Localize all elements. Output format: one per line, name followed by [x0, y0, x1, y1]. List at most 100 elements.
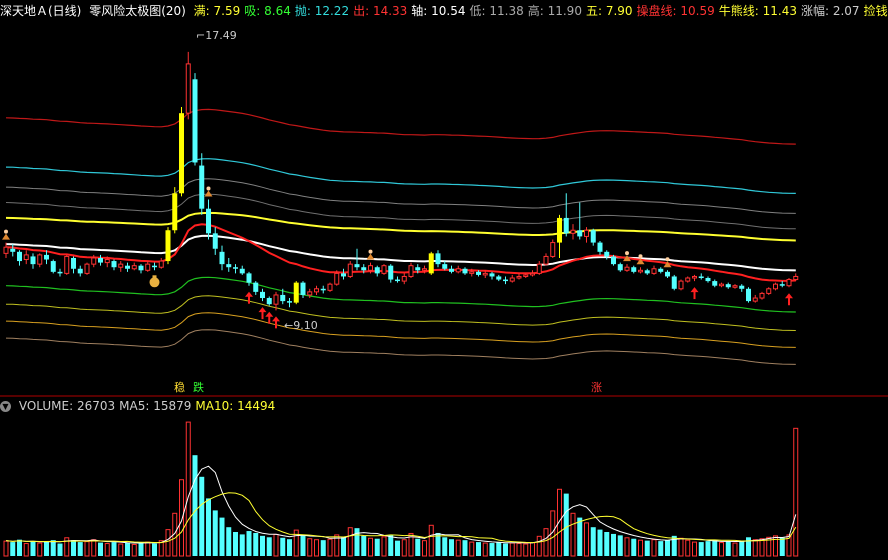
volume-bar	[10, 542, 16, 556]
kline-chart-window: 深天地Ａ(日线) 零风险太极图(20) 满: 7.59 吸: 8.64 抛: 12.…	[0, 0, 888, 560]
candle-body	[361, 267, 367, 271]
header-item-1: 吸: 8.64	[244, 4, 291, 18]
volume-bar	[44, 541, 49, 556]
header-item-7: 五: 7.90	[586, 4, 633, 18]
volume-bar	[17, 539, 22, 556]
candle	[381, 264, 387, 275]
volume-bar	[739, 541, 745, 556]
candle-body	[557, 217, 562, 243]
candle-body	[77, 268, 83, 274]
volume-bar	[71, 540, 76, 556]
volume-bar	[50, 540, 56, 556]
volume-item-value: 15879	[149, 399, 192, 413]
candle-body	[17, 251, 22, 262]
candle-body	[665, 271, 670, 277]
header-item-value: 10.54	[427, 4, 466, 18]
candle-body	[678, 280, 684, 290]
candle-body	[118, 263, 124, 268]
volume-bar	[98, 542, 103, 556]
header-item-11: 捡钱: 0.00	[864, 4, 888, 18]
volume-bar	[77, 542, 83, 556]
volume-bar	[361, 535, 367, 556]
candle-body	[219, 251, 225, 265]
volume-bar	[489, 543, 495, 556]
figure-head	[625, 251, 629, 256]
low-price-label: ←9.10	[284, 319, 318, 332]
header-item-value: 11.43	[758, 4, 797, 18]
header-item-4: 轴: 10.54	[411, 4, 465, 18]
candle-body	[719, 283, 724, 287]
candle-body	[503, 279, 508, 282]
candle-body	[617, 264, 623, 271]
volume-item-value: 26703	[73, 399, 116, 413]
header-item-label: 抛:	[294, 4, 311, 18]
candle-body	[158, 260, 164, 268]
candle	[766, 287, 772, 295]
volume-bar	[725, 541, 731, 556]
volume-bar	[233, 532, 238, 556]
volume-bar	[260, 535, 265, 556]
candle-body	[64, 255, 70, 274]
volume-bar	[253, 532, 259, 556]
chart-background	[0, 0, 888, 560]
candle-body	[57, 271, 63, 274]
candle-body	[172, 193, 178, 231]
candle-body	[604, 251, 610, 257]
candle-body	[550, 242, 556, 257]
candle-body	[530, 272, 535, 276]
chart-canvas[interactable]	[0, 0, 888, 560]
volume-bar	[246, 531, 252, 556]
candle-body	[334, 272, 340, 285]
candle-body	[327, 283, 333, 291]
candle-body	[590, 230, 596, 243]
figure-head	[665, 257, 670, 262]
volume-bar	[611, 533, 616, 556]
volume-bar	[287, 539, 292, 556]
candle-body	[482, 272, 488, 276]
candle-body	[428, 253, 434, 274]
header-item-label: 吸:	[244, 4, 261, 18]
header-item-value: 12.22	[310, 4, 350, 18]
candle-body	[698, 276, 704, 279]
candle-body	[516, 275, 522, 279]
candle-body	[192, 79, 198, 163]
candle-body	[773, 283, 778, 290]
candle-body	[260, 291, 265, 299]
indicator-header: 深天地Ａ(日线) 零风险太极图(20) 满: 7.59 吸: 8.64 抛: 12.…	[0, 3, 888, 19]
volume-dropdown-icon[interactable]: ▼	[0, 401, 11, 412]
candle	[786, 278, 792, 288]
header-item-label: 低:	[469, 4, 486, 18]
money-bag-body	[149, 277, 160, 288]
candle-body	[307, 291, 313, 296]
volume-bar	[354, 528, 360, 556]
volume-header: ▼ VOLUME: 26703 MA5: 15879 MA10: 14494	[0, 398, 283, 414]
header-item-label: 满:	[193, 4, 210, 18]
volume-bar	[57, 543, 63, 556]
volume-bar	[597, 529, 603, 556]
volume-bar	[503, 543, 508, 556]
figure-head	[638, 254, 643, 259]
candle-body	[300, 282, 306, 295]
volume-bar	[395, 540, 400, 556]
volume-bar	[280, 537, 286, 556]
volume-bar	[320, 540, 326, 556]
candle-body	[705, 278, 711, 282]
header-item-9: 牛熊线: 11.43	[719, 4, 797, 18]
candle-body	[570, 229, 576, 234]
candle-body	[401, 275, 407, 282]
volume-bar	[658, 541, 664, 556]
volume-bar	[239, 534, 245, 556]
stock-title: 深天地Ａ(日线)	[0, 4, 82, 18]
header-item-5: 低: 11.38	[470, 4, 524, 18]
volume-item-1: MA5: 15879	[119, 399, 191, 413]
candle	[428, 251, 434, 275]
candle-body	[712, 281, 718, 286]
candle-body	[37, 254, 43, 265]
candle-body	[563, 217, 569, 234]
candle	[64, 254, 70, 275]
candle-body	[651, 268, 657, 274]
header-item-value: 7.90	[602, 4, 633, 18]
header-item-label: 高:	[527, 4, 544, 18]
candle-body	[23, 254, 29, 261]
candle-body	[543, 255, 549, 265]
